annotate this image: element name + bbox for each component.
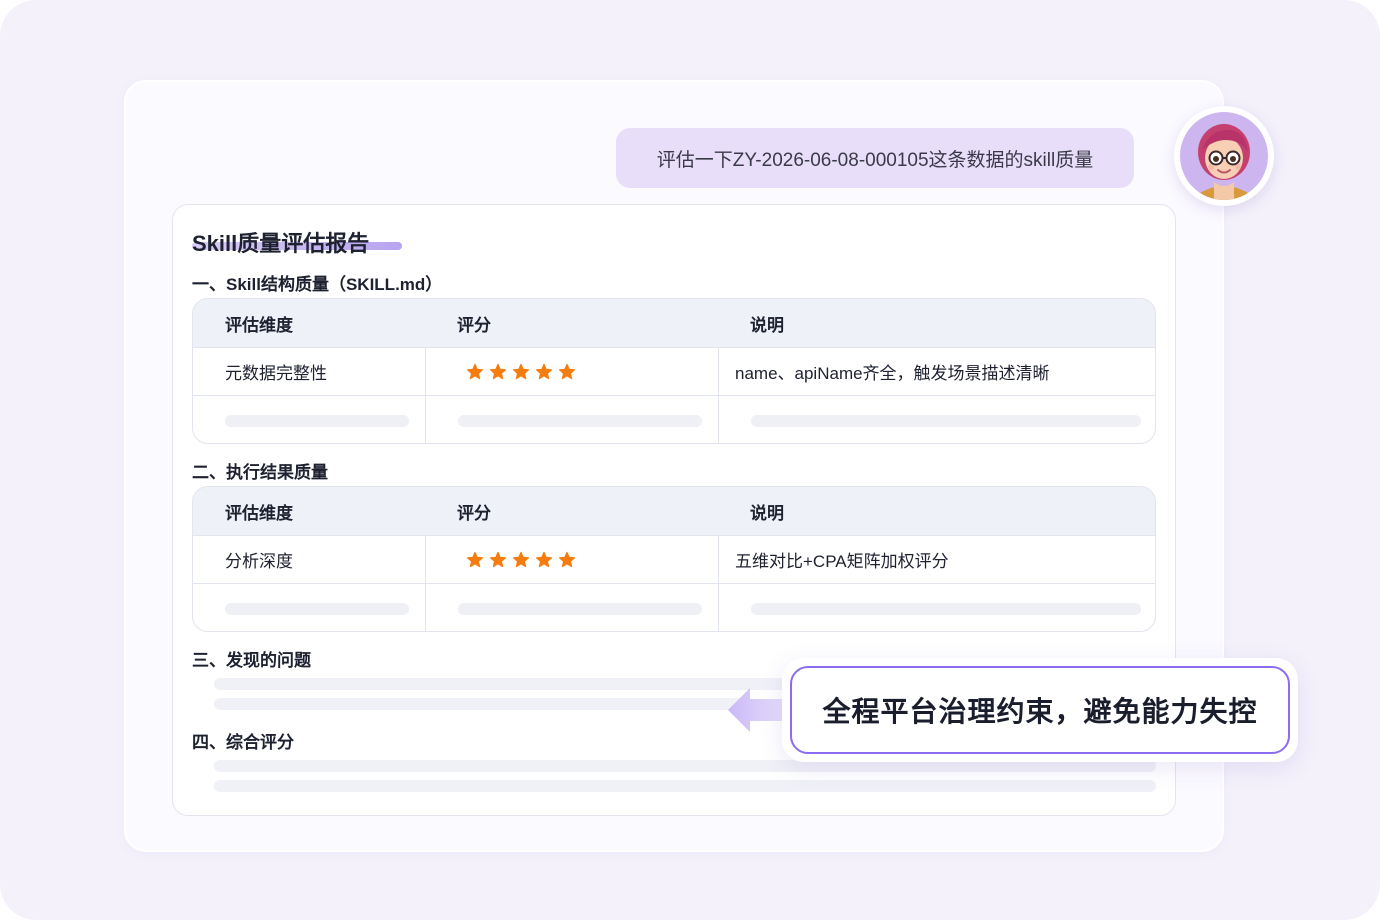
callout-card: 全程平台治理约束，避免能力失控: [782, 658, 1298, 762]
table-row: 分析深度 五维对比+CPA矩阵加权评分: [193, 535, 1155, 583]
callout-text: 全程平台治理约束，避免能力失控: [822, 696, 1258, 727]
star-icon: [558, 551, 576, 567]
dimension-cell: 元数据完整性: [225, 364, 327, 383]
table-header-row: 评估维度 评分 说明: [193, 487, 1155, 535]
star-icon: [489, 363, 507, 379]
star-icon: [535, 551, 553, 567]
column-header-note: 说明: [750, 503, 784, 523]
placeholder-cell: [718, 396, 1155, 443]
section-execution-heading: 二、执行结果质量: [192, 463, 328, 482]
skeleton-bar: [214, 678, 794, 690]
placeholder-cell: [193, 396, 425, 443]
note-cell: 五维对比+CPA矩阵加权评分: [718, 536, 1155, 583]
avatar-icon: [1180, 112, 1268, 200]
skeleton-bar: [225, 602, 409, 615]
placeholder-cell: [193, 584, 425, 631]
star-icon: [489, 551, 507, 567]
column-header-rating: 评分: [457, 503, 491, 523]
placeholder-cell: [425, 396, 718, 443]
table-row: 元数据完整性 name、apiName齐全，触发场景描述清晰: [193, 347, 1155, 395]
table-row-placeholder: [193, 395, 1155, 443]
column-header-rating: 评分: [457, 315, 491, 335]
section-summary-heading: 四、综合评分: [192, 733, 294, 752]
section-issues-heading: 三、发现的问题: [192, 651, 311, 670]
rating-cell: [425, 536, 718, 583]
star-rating: [458, 551, 576, 569]
placeholder-cell: [425, 584, 718, 631]
star-icon: [466, 363, 484, 379]
arrow-left-icon: [728, 688, 788, 732]
rating-cell: [425, 348, 718, 395]
star-rating: [458, 363, 576, 381]
star-icon: [512, 363, 530, 379]
skeleton-bar: [214, 780, 1156, 792]
user-message-bubble: 评估一下ZY-2026-06-08-000105这条数据的skill质量: [616, 128, 1134, 188]
skeleton-bar: [751, 414, 1141, 427]
structure-quality-table: 评估维度 评分 说明 元数据完整性 name、apiName齐全，触发场景描述清…: [192, 298, 1156, 444]
skeleton-bar: [214, 698, 754, 710]
column-header-dimension: 评估维度: [225, 315, 293, 335]
dimension-cell: 分析深度: [225, 552, 293, 571]
report-title: Skill质量评估报告: [192, 231, 370, 256]
callout-box: 全程平台治理约束，避免能力失控: [790, 666, 1290, 754]
skeleton-bar: [225, 414, 409, 427]
user-avatar[interactable]: [1174, 106, 1274, 206]
column-header-note: 说明: [750, 315, 784, 335]
star-icon: [512, 551, 530, 567]
skeleton-bar: [751, 602, 1141, 615]
skeleton-bar: [458, 414, 702, 427]
note-cell: name、apiName齐全，触发场景描述清晰: [718, 348, 1155, 395]
star-icon: [558, 363, 576, 379]
placeholder-cell: [718, 584, 1155, 631]
execution-quality-table: 评估维度 评分 说明 分析深度 五维对比+CPA矩阵加权评分: [192, 486, 1156, 632]
table-header-row: 评估维度 评分 说明: [193, 299, 1155, 347]
skeleton-bar: [458, 602, 702, 615]
column-header-dimension: 评估维度: [225, 503, 293, 523]
user-message-text: 评估一下ZY-2026-06-08-000105这条数据的skill质量: [656, 149, 1094, 171]
star-icon: [466, 551, 484, 567]
section-structure-heading: 一、Skill结构质量（SKILL.md）: [192, 275, 443, 294]
table-row-placeholder: [193, 583, 1155, 631]
star-icon: [535, 363, 553, 379]
